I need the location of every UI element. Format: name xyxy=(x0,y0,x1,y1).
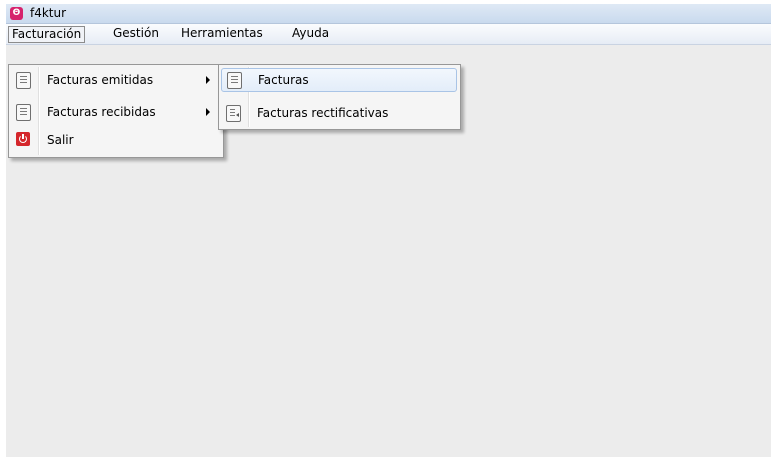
menu-item-label: Facturas recibidas xyxy=(47,105,156,119)
window-title: f4ktur xyxy=(30,6,67,20)
submenu-item-facturas-rectificativas[interactable]: Facturas rectificativas xyxy=(221,102,457,124)
document-icon xyxy=(227,72,242,89)
app-logo-icon: Θ xyxy=(10,7,23,20)
power-icon xyxy=(16,132,30,146)
menu-item-label: Facturas xyxy=(258,73,309,87)
app-window: Θ f4ktur Facturación Gestión Herramienta… xyxy=(6,4,771,457)
menu-bar: Facturación Gestión Herramientas Ayuda xyxy=(6,24,771,45)
menu-item-label: Facturas rectificativas xyxy=(257,106,389,120)
facturacion-dropdown: Facturas emitidas Facturas recibidas Sal… xyxy=(8,64,224,158)
menu-item-salir[interactable]: Salir xyxy=(11,129,219,151)
menu-ayuda[interactable]: Ayuda xyxy=(288,26,333,42)
menu-facturacion[interactable]: Facturación xyxy=(8,26,86,43)
menu-herramientas[interactable]: Herramientas xyxy=(177,26,267,42)
facturas-emitidas-submenu: Facturas Facturas rectificativas xyxy=(218,64,461,130)
menu-item-label: Salir xyxy=(47,133,74,147)
submenu-arrow-icon xyxy=(206,76,210,84)
submenu-arrow-icon xyxy=(206,108,210,116)
menu-item-label: Facturas emitidas xyxy=(47,73,154,87)
menu-item-facturas-recibidas[interactable]: Facturas recibidas xyxy=(11,101,219,123)
submenu-item-facturas[interactable]: Facturas xyxy=(221,68,457,92)
menu-gestion[interactable]: Gestión xyxy=(109,26,163,42)
document-icon xyxy=(16,72,31,89)
title-bar: Θ f4ktur xyxy=(6,4,771,24)
document-icon xyxy=(16,104,31,121)
document-rectify-icon xyxy=(226,105,241,122)
menu-item-facturas-emitidas[interactable]: Facturas emitidas xyxy=(11,69,219,91)
